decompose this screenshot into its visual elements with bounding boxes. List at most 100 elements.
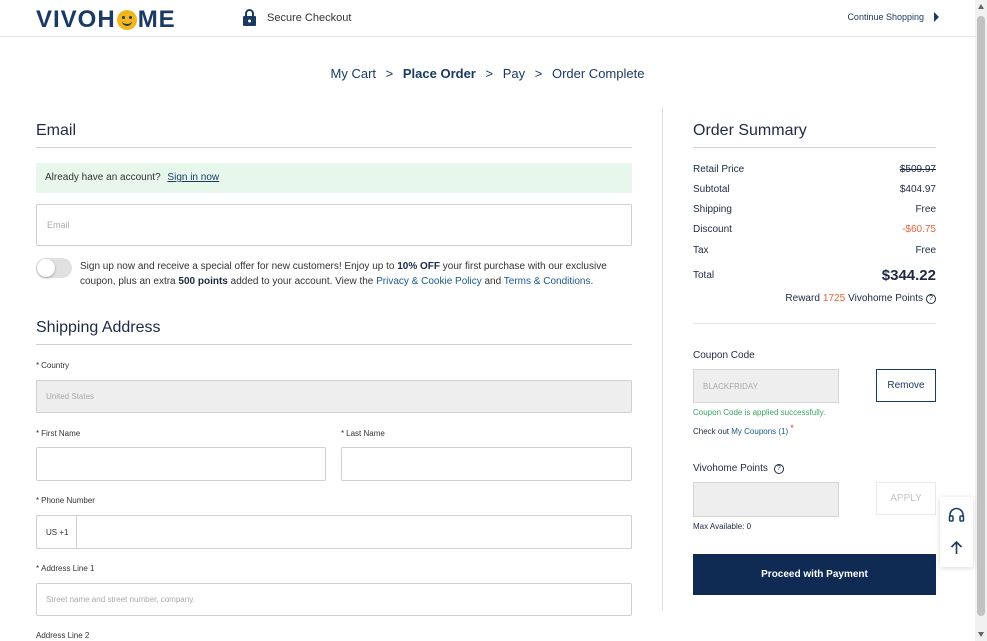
remove-coupon-button[interactable]: Remove [876, 369, 936, 402]
first-name-label: * First Name [36, 429, 80, 438]
column-divider [662, 108, 663, 610]
promo-text: and [481, 276, 504, 287]
reward-points-value: 1725 [822, 293, 846, 304]
notification-dot-icon: * [790, 423, 794, 433]
promo-points: 500 points [178, 276, 228, 287]
step-separator: > [534, 66, 543, 81]
headset-icon[interactable] [948, 507, 965, 524]
max-available-text: Max Available: 0 [693, 522, 752, 531]
address1-field[interactable]: Street name and street number, company. [36, 583, 632, 616]
required-asterisk: * [341, 429, 345, 438]
order-summary-title: Order Summary [693, 122, 936, 148]
already-account-text: Already have an account? [45, 172, 161, 183]
coupon-code-value: BLACKFRIDAY [703, 381, 758, 391]
promo-text: Sign up now and receive a special offer … [80, 261, 398, 272]
apply-points-button[interactable]: APPLY [876, 482, 936, 515]
arrow-right-icon [934, 12, 939, 22]
secure-checkout: Secure Checkout [242, 9, 351, 26]
required-asterisk: * [36, 429, 40, 438]
address1-label: * Address Line 1 [36, 564, 95, 573]
last-name-label-text: Last Name [346, 429, 385, 438]
phone-label: * Phone Number [36, 496, 95, 505]
discount-row: Discount -$60.75 [693, 224, 936, 235]
secure-checkout-label: Secure Checkout [267, 11, 352, 24]
newsletter-toggle[interactable] [36, 258, 72, 278]
continue-shopping-label[interactable]: Continue Shopping [847, 12, 924, 22]
tax-label: Tax [693, 245, 709, 256]
coupon-code-field[interactable]: BLACKFRIDAY [693, 369, 839, 403]
smiley-icon [116, 10, 137, 30]
phone-label-text: Phone Number [41, 496, 95, 505]
required-asterisk: * [36, 564, 40, 573]
signup-promo-text: Sign up now and receive a special offer … [80, 259, 632, 289]
signin-banner: Already have an account? Sign in now [36, 163, 632, 193]
points-field[interactable] [693, 482, 839, 517]
phone-field[interactable]: US +1 [36, 515, 632, 549]
step-order-complete: Order Complete [551, 66, 645, 81]
phone-country-prefix[interactable]: US +1 [37, 516, 77, 548]
toggle-knob [37, 259, 55, 277]
email-section-title: Email [36, 122, 632, 148]
address1-label-text: Address Line 1 [41, 564, 95, 573]
first-name-field[interactable] [36, 447, 326, 481]
scrollbar-thumb[interactable] [977, 16, 985, 616]
checkout-steps: My Cart > Place Order > Pay > Order Comp… [0, 66, 975, 81]
tax-value: Free [915, 245, 936, 256]
help-icon[interactable]: ? [926, 293, 936, 304]
promo-discount: 10% OFF [397, 261, 441, 272]
shipping-label: Shipping [693, 204, 732, 215]
address1-placeholder: Street name and street number, company. [46, 595, 195, 604]
my-coupons-line: Check out My Coupons (1) * [693, 423, 794, 436]
page-scrollbar[interactable] [975, 0, 987, 641]
reward-prefix: Reward [785, 293, 820, 304]
total-value: $344.22 [881, 267, 936, 284]
my-coupons-link[interactable]: My Coupons (1) [731, 427, 788, 436]
coupon-code-label: Coupon Code [693, 350, 755, 361]
vivohome-points-label: Vivohome Points ? [693, 463, 784, 474]
step-place-order: Place Order [402, 66, 476, 81]
terms-link[interactable]: Terms & Conditions [504, 276, 591, 287]
step-separator: > [385, 66, 394, 81]
proceed-with-payment-button[interactable]: Proceed with Payment [693, 554, 936, 595]
step-my-cart[interactable]: My Cart [331, 66, 377, 81]
summary-divider [693, 323, 936, 324]
header: VIVOH ME Secure Checkout Continue Shoppin… [0, 0, 975, 37]
required-asterisk: * [36, 361, 40, 370]
shipping-row: Shipping Free [693, 204, 936, 215]
vivohome-logo[interactable]: VIVOH ME [36, 6, 176, 34]
sign-in-link[interactable]: Sign in now [167, 172, 219, 183]
promo-text: added to your account. View the [227, 276, 377, 287]
discount-label: Discount [693, 224, 732, 235]
subtotal-value: $404.97 [899, 184, 936, 195]
total-label: Total [693, 270, 715, 281]
total-row: Total $344.22 [693, 267, 936, 284]
last-name-field[interactable] [341, 447, 632, 481]
coupon-applied-message: Coupon Code is applied successfully. [693, 408, 826, 417]
step-pay: Pay [502, 66, 526, 81]
promo-text: . [590, 276, 594, 287]
tax-row: Tax Free [693, 245, 936, 256]
lock-icon [243, 9, 256, 26]
vivohome-points-label-text: Vivohome Points [693, 463, 768, 474]
scroll-down-arrow-icon[interactable] [978, 632, 984, 637]
country-label: * Country [36, 361, 69, 370]
address2-label-text: Address Line 2 [36, 631, 90, 640]
email-field[interactable] [36, 204, 632, 246]
privacy-policy-link[interactable]: Privacy & Cookie Policy [376, 276, 482, 287]
country-label-text: Country [41, 361, 70, 370]
first-name-label-text: First Name [41, 429, 81, 438]
country-value: United States [46, 392, 95, 401]
discount-value: -$60.75 [902, 224, 936, 235]
shipping-section-title: Shipping Address [36, 319, 632, 345]
country-select[interactable]: United States [36, 380, 632, 413]
floating-tools [940, 497, 973, 567]
scroll-up-arrow-icon[interactable] [978, 4, 984, 9]
retail-price-label: Retail Price [693, 164, 745, 175]
shipping-value: Free [915, 204, 936, 215]
retail-price-value: $509.97 [899, 164, 936, 175]
subtotal-row: Subtotal $404.97 [693, 184, 936, 195]
reward-points: Reward 1725 Vivohome Points ? [785, 293, 936, 304]
back-to-top-arrow-icon[interactable] [948, 539, 965, 556]
help-icon[interactable]: ? [773, 463, 784, 474]
continue-shopping-link[interactable]: Continue Shopping [847, 12, 939, 22]
